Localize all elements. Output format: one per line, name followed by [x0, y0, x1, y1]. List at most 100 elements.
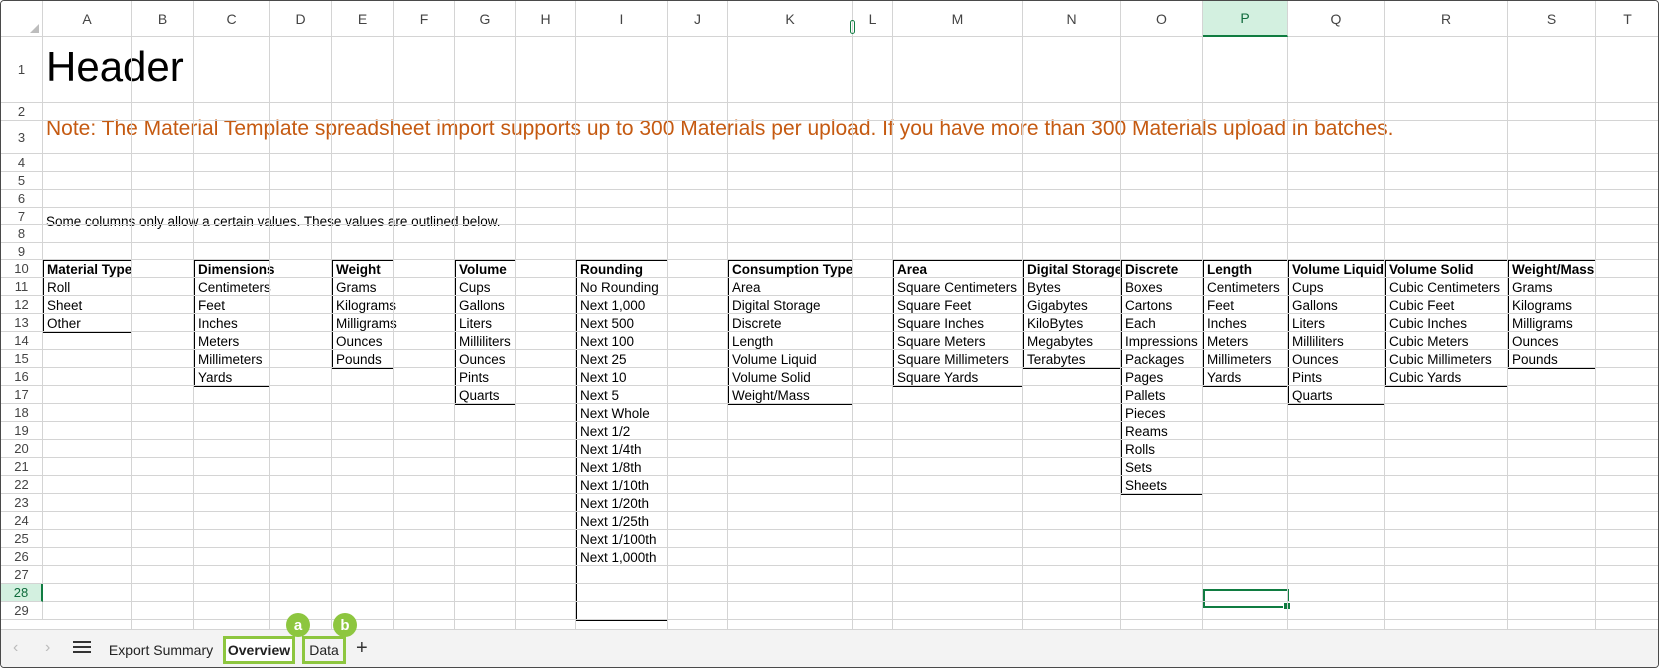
column-header-P[interactable]: P: [1203, 1, 1288, 37]
row-header-11[interactable]: 11: [1, 278, 43, 296]
sheet-list-icon[interactable]: [73, 638, 91, 656]
gridline-horizontal: [43, 565, 1658, 566]
gridline-vertical: [393, 37, 394, 629]
column-resize-marker[interactable]: [850, 20, 855, 34]
column-header-L[interactable]: L: [853, 1, 893, 37]
gridline-vertical: [131, 37, 132, 629]
row-header-20[interactable]: 20: [1, 440, 43, 458]
row-header-19[interactable]: 19: [1, 422, 43, 440]
row-header-7[interactable]: 7: [1, 208, 43, 225]
add-sheet-button[interactable]: +: [356, 637, 368, 660]
row-header-28[interactable]: 28: [1, 584, 43, 602]
column-header-A[interactable]: A: [43, 1, 132, 37]
row-header-5[interactable]: 5: [1, 172, 43, 190]
sheet-tab-bar: ‹ › Export Summary Overview Data + a b: [1, 613, 1658, 667]
gridline-horizontal: [43, 583, 1658, 584]
intro-cell[interactable]: Some columns only allow a certain values…: [43, 213, 501, 230]
gridline-vertical: [1022, 37, 1023, 629]
gridline-vertical: [515, 37, 516, 629]
gridline-horizontal: [43, 619, 1658, 620]
column-header-S[interactable]: S: [1508, 1, 1596, 37]
gridline-horizontal: [43, 295, 1658, 296]
column-header-T[interactable]: T: [1596, 1, 1658, 37]
gridline-horizontal: [43, 242, 1658, 243]
gridline-vertical: [269, 37, 270, 629]
gridline-horizontal: [43, 313, 1658, 314]
column-header-E[interactable]: E: [332, 1, 394, 37]
column-header-B[interactable]: B: [132, 1, 194, 37]
row-header-12[interactable]: 12: [1, 296, 43, 314]
row-header-17[interactable]: 17: [1, 386, 43, 404]
row-header-13[interactable]: 13: [1, 314, 43, 332]
gridline-horizontal: [43, 259, 1658, 260]
annotation-marker-a: a: [286, 613, 310, 637]
gridline-horizontal: [43, 547, 1658, 548]
column-header-C[interactable]: C: [194, 1, 270, 37]
row-header-14[interactable]: 14: [1, 332, 43, 350]
column-header-F[interactable]: F: [394, 1, 455, 37]
row-header-1[interactable]: 1: [1, 37, 43, 103]
gridline-horizontal: [43, 403, 1658, 404]
tab-overview[interactable]: Overview: [223, 636, 295, 664]
gridline-horizontal: [43, 475, 1658, 476]
gridline-vertical: [667, 37, 668, 629]
active-cell-P28[interactable]: [1203, 589, 1291, 610]
gridline-horizontal: [43, 171, 1658, 172]
row-header-29[interactable]: 29: [1, 602, 43, 620]
tab-export-summary[interactable]: Export Summary: [101, 636, 221, 664]
gridline-vertical: [1120, 37, 1121, 629]
column-header-I[interactable]: I: [576, 1, 668, 37]
annotation-marker-b: b: [333, 613, 357, 637]
row-header-8[interactable]: 8: [1, 225, 43, 243]
gridline-vertical: [1595, 37, 1596, 629]
tab-data[interactable]: Data: [302, 636, 346, 664]
row-header-18[interactable]: 18: [1, 404, 43, 422]
gridline-horizontal: [43, 601, 1658, 602]
row-header-15[interactable]: 15: [1, 350, 43, 368]
row-header-3[interactable]: 3: [1, 121, 43, 154]
row-header-25[interactable]: 25: [1, 530, 43, 548]
select-all-corner[interactable]: [1, 1, 43, 37]
row-header-6[interactable]: 6: [1, 190, 43, 208]
gridline-vertical: [331, 37, 332, 629]
column-header-M[interactable]: M: [893, 1, 1023, 37]
column-header-Q[interactable]: Q: [1288, 1, 1385, 37]
gridline-horizontal: [43, 493, 1658, 494]
row-header-21[interactable]: 21: [1, 458, 43, 476]
column-header-K[interactable]: K: [728, 1, 853, 37]
gridline-horizontal: [43, 224, 1658, 225]
gridline-vertical: [1384, 37, 1385, 629]
gridline-horizontal: [43, 529, 1658, 530]
row-header-4[interactable]: 4: [1, 154, 43, 172]
column-header-D[interactable]: D: [270, 1, 332, 37]
select-all-triangle-icon: [30, 24, 39, 33]
prev-sheet-icon[interactable]: ‹: [13, 639, 18, 657]
row-header-23[interactable]: 23: [1, 494, 43, 512]
column-header-R[interactable]: R: [1385, 1, 1508, 37]
spreadsheet-window: ABCDEFGHIJKLMNOPQRST 1 2 3 4 5 6 7 8 9 10 11 12 13 14…: [0, 0, 1659, 668]
column-header-J[interactable]: J: [668, 1, 728, 37]
row-header-2[interactable]: 2: [1, 103, 43, 121]
column-header-O[interactable]: O: [1121, 1, 1203, 37]
cell-grid[interactable]: Header Note: The Material Template sprea…: [43, 37, 1658, 629]
next-sheet-icon[interactable]: ›: [45, 639, 50, 657]
column-header-bar: ABCDEFGHIJKLMNOPQRST: [1, 1, 1658, 37]
gridline-horizontal: [43, 120, 1658, 121]
column-header-G[interactable]: G: [455, 1, 516, 37]
gridline-vertical: [727, 37, 728, 629]
gridline-horizontal: [43, 102, 1658, 103]
column-header-N[interactable]: N: [1023, 1, 1121, 37]
gridline-horizontal: [43, 189, 1658, 190]
row-header-10[interactable]: 10: [1, 260, 43, 278]
row-header-22[interactable]: 22: [1, 476, 43, 494]
row-header-16[interactable]: 16: [1, 368, 43, 386]
header-title-cell[interactable]: Header: [43, 39, 184, 95]
row-header-27[interactable]: 27: [1, 566, 43, 584]
gridline-horizontal: [43, 385, 1658, 386]
gridline-vertical: [852, 37, 853, 629]
row-header-24[interactable]: 24: [1, 512, 43, 530]
row-header-9[interactable]: 9: [1, 243, 43, 260]
gridline-horizontal: [43, 331, 1658, 332]
row-header-26[interactable]: 26: [1, 548, 43, 566]
column-header-H[interactable]: H: [516, 1, 576, 37]
